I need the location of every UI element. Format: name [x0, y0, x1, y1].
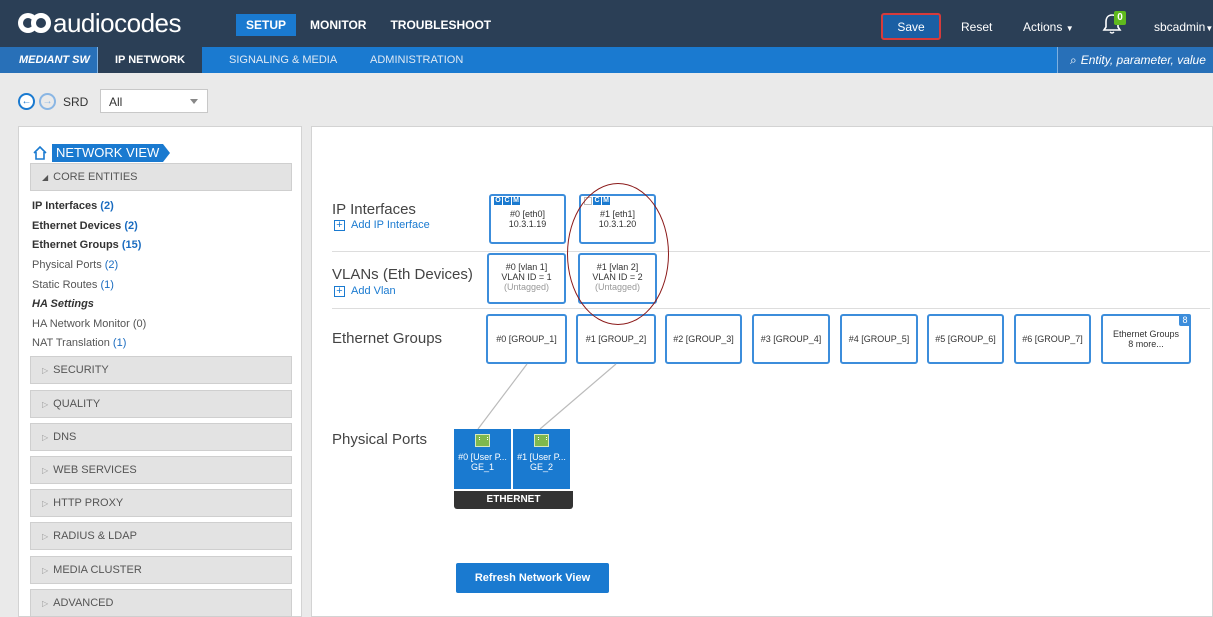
port-name: #1 [User P... — [517, 452, 566, 462]
refresh-network-view-button[interactable]: Refresh Network View — [456, 563, 609, 593]
ethernet-port-icon — [534, 434, 549, 447]
port-ge: GE_2 — [529, 462, 553, 472]
ethernet-label: ETHERNET — [454, 491, 573, 509]
port-ge: GE_1 — [470, 462, 494, 472]
port-name: #0 [User P... — [458, 452, 507, 462]
highlight-oval — [567, 183, 669, 325]
physical-port-card[interactable]: #1 [User P... GE_2 — [513, 429, 570, 489]
physical-port-card[interactable]: #0 [User P... GE_1 — [454, 429, 511, 489]
ethernet-port-icon — [475, 434, 490, 447]
